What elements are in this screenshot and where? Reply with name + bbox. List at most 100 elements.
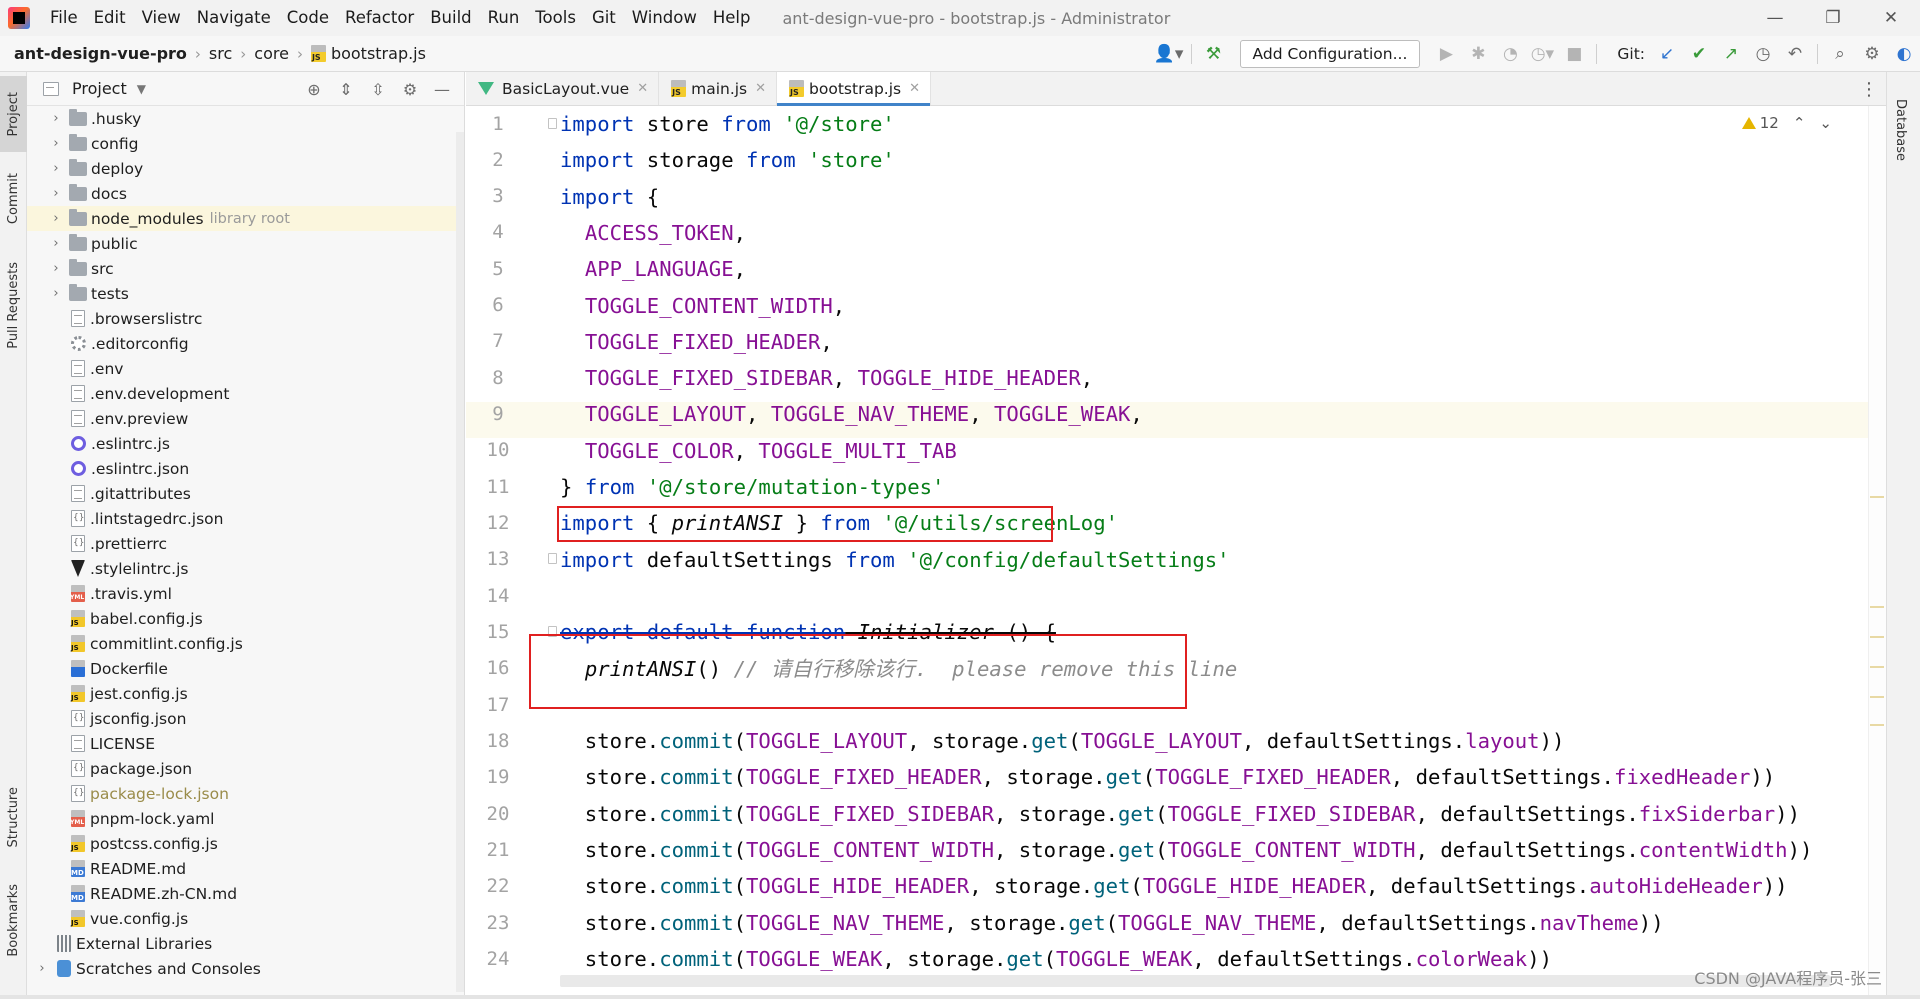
debug-icon[interactable]: ✱ bbox=[1462, 38, 1494, 70]
close-tab-icon[interactable]: ✕ bbox=[637, 81, 648, 96]
code-line[interactable]: store.commit(TOGGLE_FIXED_SIDEBAR, stora… bbox=[560, 796, 1800, 832]
locate-file-icon[interactable]: ⊕ bbox=[298, 73, 330, 105]
menu-refactor[interactable]: Refactor bbox=[337, 0, 422, 36]
code-line[interactable]: import defaultSettings from '@/config/de… bbox=[560, 542, 1230, 578]
project-tool-tab[interactable]: Project bbox=[0, 76, 27, 152]
tree-file[interactable]: .eslintrc.json bbox=[27, 456, 464, 481]
tree-file[interactable]: jsconfig.json bbox=[27, 706, 464, 731]
previous-highlight-icon[interactable]: ⌃ bbox=[1793, 114, 1806, 132]
tab-basiclayout-vue[interactable]: BasicLayout.vue ✕ bbox=[466, 72, 660, 105]
code-line[interactable]: store.commit(TOGGLE_WEAK, storage.get(TO… bbox=[560, 941, 1552, 977]
code-line[interactable]: import storage from 'store' bbox=[560, 142, 895, 178]
tree-file[interactable]: .env bbox=[27, 356, 464, 381]
close-tab-icon[interactable]: ✕ bbox=[755, 81, 766, 96]
tree-folder[interactable]: › config bbox=[27, 131, 464, 156]
menu-build[interactable]: Build bbox=[422, 0, 479, 36]
tree-file[interactable]: .eslintrc.js bbox=[27, 431, 464, 456]
breadcrumb-file[interactable]: bootstrap.js bbox=[331, 44, 426, 63]
menu-navigate[interactable]: Navigate bbox=[189, 0, 279, 36]
user-icon[interactable]: 👤▾ bbox=[1153, 38, 1185, 70]
editor-vertical-scrollbar[interactable] bbox=[1868, 106, 1886, 999]
tree-file[interactable]: README.md bbox=[27, 856, 464, 881]
tree-file[interactable]: Dockerfile bbox=[27, 656, 464, 681]
database-tool-tab[interactable]: Database bbox=[1887, 82, 1914, 178]
menu-file[interactable]: File bbox=[42, 0, 86, 36]
git-history-icon[interactable]: ◷ bbox=[1747, 38, 1779, 70]
add-configuration-button[interactable]: Add Configuration... bbox=[1239, 40, 1421, 68]
menu-window[interactable]: Window bbox=[624, 0, 705, 36]
tree-file[interactable]: vue.config.js bbox=[27, 906, 464, 931]
tree-file[interactable]: jest.config.js bbox=[27, 681, 464, 706]
git-push-icon[interactable]: ↗ bbox=[1715, 38, 1747, 70]
project-panel-title[interactable]: Project bbox=[72, 79, 127, 98]
tree-folder[interactable]: › node_modules library root bbox=[27, 206, 464, 231]
bookmarks-tool-tab[interactable]: Bookmarks bbox=[0, 872, 27, 968]
panel-options-gear-icon[interactable]: ⚙ bbox=[394, 73, 426, 105]
tree-file[interactable]: package-lock.json bbox=[27, 781, 464, 806]
code-line[interactable]: APP_LANGUAGE, bbox=[560, 251, 746, 287]
chevron-right-icon[interactable]: › bbox=[49, 111, 63, 126]
tree-folder[interactable]: › src bbox=[27, 256, 464, 281]
breadcrumb-core[interactable]: core bbox=[254, 44, 289, 63]
chevron-right-icon[interactable]: › bbox=[49, 161, 63, 176]
git-commit-icon[interactable]: ✔ bbox=[1683, 38, 1715, 70]
inspection-widget[interactable]: 12 ⌃ ⌄ bbox=[1741, 114, 1832, 132]
code-line[interactable]: store.commit(TOGGLE_LAYOUT, storage.get(… bbox=[560, 723, 1565, 759]
minimize-button[interactable]: — bbox=[1746, 0, 1804, 36]
tree-file[interactable]: .stylelintrc.js bbox=[27, 556, 464, 581]
tree-file[interactable]: › Scratches and Consoles bbox=[27, 956, 464, 981]
next-highlight-icon[interactable]: ⌄ bbox=[1819, 114, 1832, 132]
tree-file[interactable]: .lintstagedrc.json bbox=[27, 506, 464, 531]
chevron-right-icon[interactable]: › bbox=[49, 236, 63, 251]
tree-folder[interactable]: › deploy bbox=[27, 156, 464, 181]
code-line[interactable]: TOGGLE_FIXED_SIDEBAR, TOGGLE_HIDE_HEADER… bbox=[560, 360, 1093, 396]
restore-button[interactable]: ❐ bbox=[1804, 0, 1862, 36]
tree-file[interactable]: .editorconfig bbox=[27, 331, 464, 356]
pull-requests-tool-tab[interactable]: Pull Requests bbox=[0, 244, 27, 366]
tabs-more-icon[interactable]: ⋮ bbox=[1860, 72, 1878, 106]
tree-file[interactable]: commitlint.config.js bbox=[27, 631, 464, 656]
code-line[interactable]: TOGGLE_CONTENT_WIDTH, bbox=[560, 288, 845, 324]
code-line[interactable]: TOGGLE_FIXED_HEADER, bbox=[560, 324, 833, 360]
git-rollback-icon[interactable]: ↶ bbox=[1779, 38, 1811, 70]
collapse-all-icon[interactable]: ⇳ bbox=[362, 73, 394, 105]
editor-horizontal-scrollbar[interactable] bbox=[560, 975, 1830, 987]
expand-all-icon[interactable]: ⇕ bbox=[330, 73, 362, 105]
profile-icon[interactable]: ◷▾ bbox=[1526, 38, 1558, 70]
run-icon[interactable]: ▶ bbox=[1430, 38, 1462, 70]
close-tab-icon[interactable]: ✕ bbox=[909, 81, 920, 96]
git-update-icon[interactable]: ↙ bbox=[1651, 38, 1683, 70]
tree-file[interactable]: .env.preview bbox=[27, 406, 464, 431]
chevron-right-icon[interactable]: › bbox=[49, 186, 63, 201]
chevron-right-icon[interactable]: › bbox=[49, 136, 63, 151]
fold-marker-icon[interactable] bbox=[548, 118, 557, 129]
tab-main-js[interactable]: main.js ✕ bbox=[659, 72, 778, 105]
tree-file[interactable]: README.zh-CN.md bbox=[27, 881, 464, 906]
tab-bootstrap-js[interactable]: bootstrap.js ✕ bbox=[777, 72, 932, 106]
tree-file[interactable]: babel.config.js bbox=[27, 606, 464, 631]
search-icon[interactable]: ⌕ bbox=[1824, 38, 1856, 70]
build-hammer-icon[interactable]: ⚒ bbox=[1198, 38, 1230, 70]
menu-run[interactable]: Run bbox=[480, 0, 528, 36]
code-line[interactable]: import store from '@/store' bbox=[560, 106, 895, 142]
menu-edit[interactable]: Edit bbox=[86, 0, 134, 36]
coverage-icon[interactable]: ◔ bbox=[1494, 38, 1526, 70]
tree-file[interactable]: pnpm-lock.yaml bbox=[27, 806, 464, 831]
menu-tools[interactable]: Tools bbox=[527, 0, 584, 36]
structure-tool-tab[interactable]: Structure bbox=[0, 772, 27, 862]
code-line[interactable]: store.commit(TOGGLE_FIXED_HEADER, storag… bbox=[560, 759, 1775, 795]
project-panel-scrollbar[interactable] bbox=[456, 132, 464, 992]
chevron-right-icon[interactable]: › bbox=[49, 211, 63, 226]
tree-file[interactable]: .travis.yml bbox=[27, 581, 464, 606]
chevron-down-icon[interactable]: ▼ bbox=[137, 82, 146, 96]
breadcrumb-src[interactable]: src bbox=[209, 44, 232, 63]
chevron-right-icon[interactable]: › bbox=[49, 286, 63, 301]
code-line[interactable]: store.commit(TOGGLE_CONTENT_WIDTH, stora… bbox=[560, 832, 1813, 868]
menu-code[interactable]: Code bbox=[279, 0, 337, 36]
tree-folder[interactable]: › docs bbox=[27, 181, 464, 206]
tree-folder[interactable]: › tests bbox=[27, 281, 464, 306]
code-line[interactable]: store.commit(TOGGLE_HIDE_HEADER, storage… bbox=[560, 868, 1788, 904]
code-editor[interactable]: 12 ⌃ ⌄ 1 2 3 4 5 6 7 8 9 10 11 12 13 14 … bbox=[466, 106, 1886, 999]
settings-gear-icon[interactable]: ⚙ bbox=[1856, 38, 1888, 70]
breadcrumb-project[interactable]: ant-design-vue-pro bbox=[14, 44, 187, 63]
